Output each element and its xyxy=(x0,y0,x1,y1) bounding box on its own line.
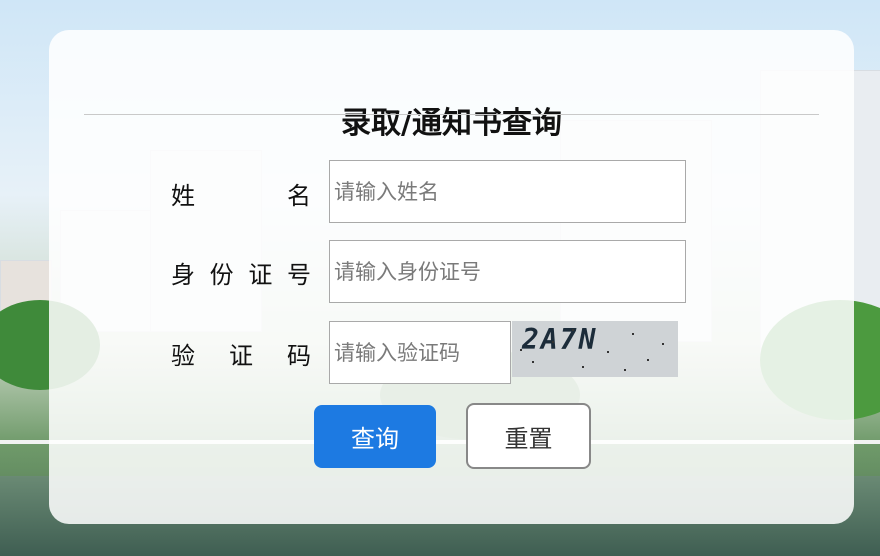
captcha-noise xyxy=(662,343,664,345)
captcha-image[interactable]: 2A7N xyxy=(512,321,678,377)
id-label-char: 证 xyxy=(248,261,273,289)
title-divider xyxy=(84,114,819,115)
captcha-label-char: 证 xyxy=(229,342,253,370)
captcha-noise xyxy=(647,359,649,361)
captcha-noise xyxy=(607,351,609,353)
captcha-input[interactable] xyxy=(329,321,511,384)
captcha-noise xyxy=(532,361,534,363)
id-number-input[interactable] xyxy=(329,240,686,303)
captcha-label: 验 证 码 xyxy=(171,336,311,371)
captcha-text: 2A7N xyxy=(522,323,598,356)
captcha-noise xyxy=(552,341,554,343)
captcha-label-char: 验 xyxy=(171,342,195,370)
captcha-noise xyxy=(520,349,522,351)
name-label-char: 名 xyxy=(287,182,311,210)
captcha-noise xyxy=(632,333,634,335)
reset-button[interactable]: 重置 xyxy=(466,403,591,469)
page-title: 录取/通知书查询 xyxy=(341,106,562,141)
id-label-char: 身 xyxy=(171,261,195,289)
captcha-noise xyxy=(572,329,574,331)
name-input[interactable] xyxy=(329,160,686,223)
query-card: 录取/通知书查询 姓 名 身 份 证 号 验 证 码 2A7N 查询 重置 xyxy=(49,30,854,524)
id-number-label: 身 份 证 号 xyxy=(171,255,311,290)
name-label: 姓 名 xyxy=(171,176,311,211)
id-label-char: 号 xyxy=(286,261,311,289)
query-button[interactable]: 查询 xyxy=(314,405,436,468)
id-label-char: 份 xyxy=(209,261,234,289)
captcha-noise xyxy=(624,369,626,371)
name-label-char: 姓 xyxy=(171,182,195,210)
captcha-noise xyxy=(582,366,584,368)
captcha-label-char: 码 xyxy=(287,342,311,370)
